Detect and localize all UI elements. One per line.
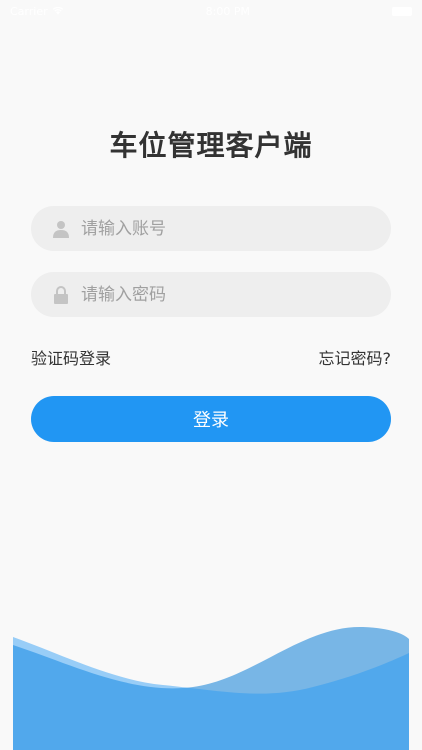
- lock-icon: [52, 285, 70, 304]
- status-right: [391, 6, 412, 16]
- carrier-label: Carrier: [10, 4, 48, 18]
- status-left: Carrier: [10, 5, 64, 18]
- login-button[interactable]: 登录: [31, 396, 391, 442]
- account-input[interactable]: [81, 206, 391, 251]
- account-field[interactable]: [31, 206, 391, 251]
- page-title: 车位管理客户端: [109, 129, 313, 162]
- user-icon: [52, 220, 70, 238]
- forgot-password-link[interactable]: 忘记密码?: [319, 345, 392, 369]
- battery-icon: [391, 6, 412, 16]
- password-input[interactable]: [81, 272, 391, 317]
- wifi-icon: [52, 5, 64, 18]
- status-time: 8:00 PM: [205, 4, 250, 18]
- password-field[interactable]: [31, 272, 391, 317]
- status-bar: Carrier 8:00 PM: [0, 0, 422, 22]
- sms-login-link[interactable]: 验证码登录: [31, 345, 111, 369]
- wave-decoration: [13, 626, 409, 750]
